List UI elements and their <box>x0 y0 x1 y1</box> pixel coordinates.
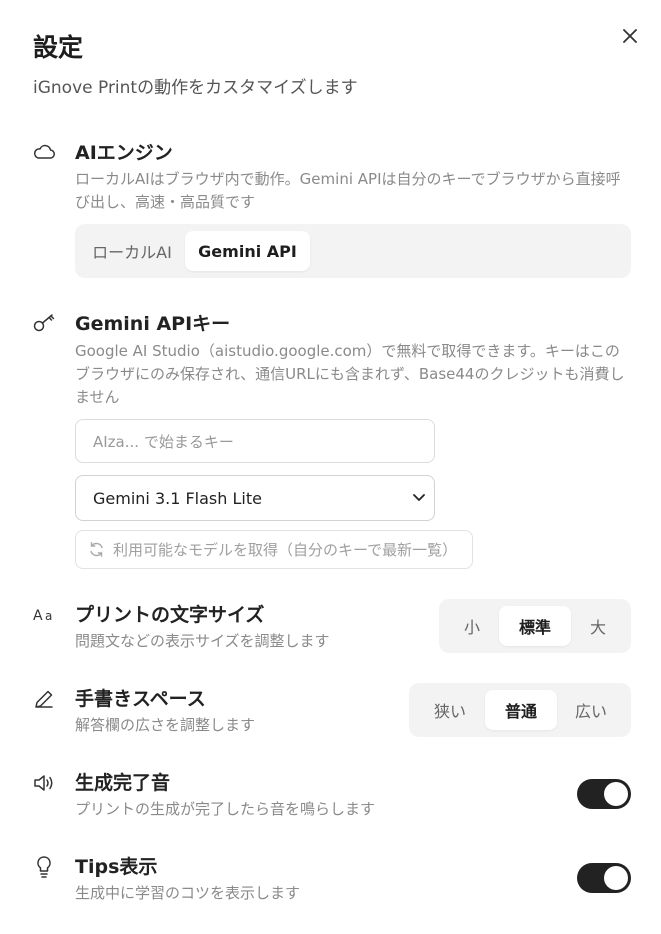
ai-engine-title: AIエンジン <box>75 142 173 164</box>
font-size-selector: 小 標準 大 <box>439 599 631 653</box>
tips-desc: 生成中に学習のコツを表示します <box>75 884 301 902</box>
sound-toggle-knob <box>604 782 628 806</box>
ai-engine-selector: ローカルAI Gemini API <box>75 224 631 278</box>
text-size-icon: A a <box>31 603 61 625</box>
fetch-models-button[interactable]: 利用可能なモデルを取得（自分のキーで最新一覧） <box>75 530 473 569</box>
model-select[interactable]: Gemini 3.1 Flash Lite <box>75 475 435 521</box>
close-icon <box>623 29 637 43</box>
refresh-icon <box>90 542 103 557</box>
key-icon <box>31 312 57 334</box>
font-size-option-standard[interactable]: 標準 <box>499 606 571 646</box>
svg-text:a: a <box>45 609 52 623</box>
lightbulb-icon <box>31 856 57 878</box>
api-key-title: Gemini APIキー <box>75 313 231 335</box>
handwriting-option-normal[interactable]: 普通 <box>485 690 557 730</box>
sound-desc: プリントの生成が完了したら音を鳴らします <box>75 800 376 818</box>
cloud-icon <box>31 141 57 163</box>
handwriting-title: 手書きスペース <box>75 688 206 710</box>
close-button[interactable] <box>618 24 642 48</box>
chevron-down-icon <box>413 494 425 501</box>
handwriting-option-narrow[interactable]: 狭い <box>415 690 485 730</box>
svg-text:A: A <box>33 608 43 624</box>
speaker-icon <box>31 772 57 794</box>
page-subtitle: iGnove Printの動作をカスタマイズします <box>33 78 358 98</box>
api-key-placeholder: AIza... で始まるキー <box>93 432 234 451</box>
handwriting-option-wide[interactable]: 広い <box>557 690 625 730</box>
model-select-value: Gemini 3.1 Flash Lite <box>93 488 262 508</box>
tips-toggle-knob <box>604 866 628 890</box>
ai-engine-option-local[interactable]: ローカルAI <box>79 231 185 271</box>
tips-title: Tips表示 <box>75 856 158 878</box>
tips-toggle[interactable] <box>577 863 631 893</box>
font-size-option-small[interactable]: 小 <box>445 606 499 646</box>
sound-toggle[interactable] <box>577 779 631 809</box>
api-key-desc: Google AI Studio（aistudio.google.com）で無料… <box>75 342 625 406</box>
font-size-option-large[interactable]: 大 <box>571 606 625 646</box>
handwriting-selector: 狭い 普通 広い <box>409 683 631 737</box>
ai-engine-option-gemini[interactable]: Gemini API <box>185 231 310 271</box>
api-key-input[interactable]: AIza... で始まるキー <box>75 419 435 463</box>
handwriting-desc: 解答欄の広さを調整します <box>75 716 256 734</box>
pencil-icon <box>31 688 57 710</box>
font-size-desc: 問題文などの表示サイズを調整します <box>75 632 330 650</box>
page-title: 設定 <box>33 33 84 62</box>
ai-engine-desc: ローカルAIはブラウザ内で動作。Gemini APIは自分のキーでブラウザから直… <box>75 170 621 211</box>
sound-title: 生成完了音 <box>75 772 171 794</box>
fetch-models-label: 利用可能なモデルを取得（自分のキーで最新一覧） <box>113 541 458 559</box>
font-size-title: プリントの文字サイズ <box>75 604 265 626</box>
